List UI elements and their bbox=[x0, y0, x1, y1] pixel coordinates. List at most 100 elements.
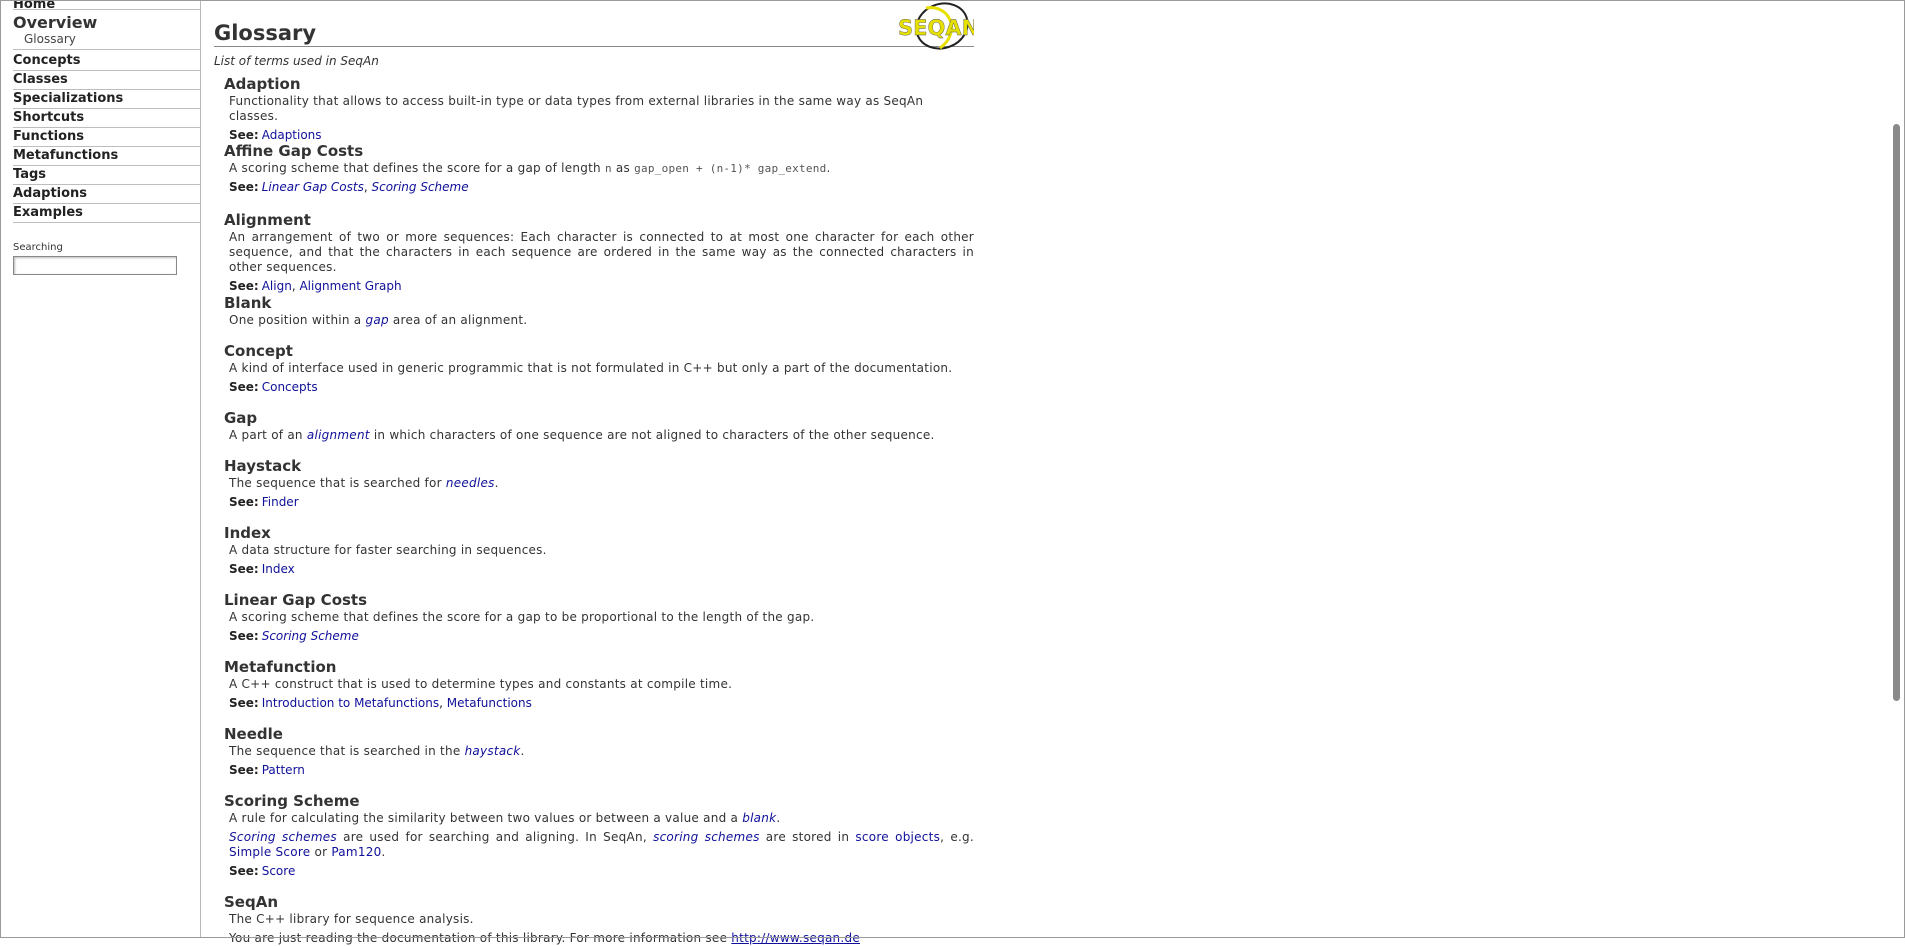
link-scoring-scheme[interactable]: Scoring Scheme bbox=[262, 629, 359, 643]
see-label: See: bbox=[229, 864, 259, 878]
entry-gap: Gap A part of an alignment in which char… bbox=[224, 409, 974, 443]
entry-term: Alignment bbox=[224, 211, 311, 229]
link-index[interactable]: Index bbox=[262, 562, 295, 576]
see-also: See: Concepts bbox=[229, 380, 974, 395]
entry-haystack: Haystack The sequence that is searched f… bbox=[224, 457, 974, 510]
link-pattern[interactable]: Pattern bbox=[262, 763, 305, 777]
see-label: See: bbox=[229, 696, 259, 710]
sidebar-item-functions[interactable]: Functions bbox=[13, 129, 200, 147]
link-introduction-to-metafunctions[interactable]: Introduction to Metafunctions bbox=[262, 696, 439, 710]
see-label: See: bbox=[229, 629, 259, 643]
see-label: See: bbox=[229, 180, 259, 194]
entry-term: Adaption bbox=[224, 75, 301, 93]
entry-term: Index bbox=[224, 524, 271, 542]
see-also: See: Score bbox=[229, 864, 974, 879]
link-metafunctions[interactable]: Metafunctions bbox=[447, 696, 532, 710]
link-alignment-graph[interactable]: Alignment Graph bbox=[299, 279, 401, 293]
entry-description: An arrangement of two or more sequences:… bbox=[229, 230, 974, 274]
see-also: See: Index bbox=[229, 562, 974, 577]
entry-term: SeqAn bbox=[224, 893, 279, 911]
link-score[interactable]: Score bbox=[262, 864, 296, 878]
code-formula: gap_open + (n-1)* gap_extend bbox=[634, 162, 827, 175]
see-label: See: bbox=[229, 128, 259, 142]
link-linear-gap-costs[interactable]: Linear Gap Costs bbox=[262, 180, 364, 194]
link-gap[interactable]: gap bbox=[366, 313, 389, 327]
page-subtitle: List of terms used in SeqAn bbox=[214, 54, 379, 68]
link-score-objects[interactable]: score objects bbox=[855, 830, 940, 844]
entry-description: The sequence that is searched in the hay… bbox=[229, 744, 525, 758]
sidebar-item-glossary[interactable]: Glossary bbox=[24, 32, 76, 46]
entry-description: The C++ library for sequence analysis. bbox=[229, 912, 474, 926]
link-haystack[interactable]: haystack bbox=[465, 744, 521, 758]
entry-term: Haystack bbox=[224, 457, 302, 475]
code-n: n bbox=[604, 162, 612, 175]
entry-seqan: SeqAn The C++ library for sequence analy… bbox=[224, 893, 974, 946]
entry-description: A part of an alignment in which characte… bbox=[229, 428, 935, 442]
entry-blank: Blank One position within a gap area of … bbox=[224, 294, 974, 328]
entry-linear-gap-costs: Linear Gap Costs A scoring scheme that d… bbox=[224, 591, 974, 644]
logo-text: SEQAN bbox=[898, 16, 974, 40]
link-scoring-schemes-2[interactable]: scoring schemes bbox=[653, 830, 760, 844]
entry-term: Concept bbox=[224, 342, 293, 360]
main-content: Glossary SEQAN List of terms used in Seq… bbox=[214, 0, 974, 945]
sidebar-item-tags[interactable]: Tags bbox=[13, 167, 200, 185]
entry-description: A data structure for faster searching in… bbox=[229, 543, 547, 557]
entry-description-2: You are just reading the documentation o… bbox=[229, 931, 860, 945]
sidebar-item-concepts[interactable]: Concepts bbox=[13, 53, 200, 71]
sidebar-divider bbox=[13, 49, 200, 50]
entry-term: Needle bbox=[224, 725, 283, 743]
sidebar-item-overview[interactable]: Overview bbox=[13, 13, 200, 32]
entry-description: One position within a gap area of an ali… bbox=[229, 313, 528, 327]
see-also: See: Scoring Scheme bbox=[229, 629, 974, 644]
see-label: See: bbox=[229, 562, 259, 576]
sidebar-item-specializations[interactable]: Specializations bbox=[13, 91, 200, 109]
entry-description: A scoring scheme that defines the score … bbox=[229, 161, 831, 175]
link-alignment[interactable]: alignment bbox=[307, 428, 370, 442]
see-label: See: bbox=[229, 279, 259, 293]
sidebar-item-home[interactable]: Home bbox=[13, 0, 200, 12]
entry-term: Gap bbox=[224, 409, 258, 427]
entry-description: A rule for calculating the similarity be… bbox=[229, 811, 781, 825]
see-label: See: bbox=[229, 380, 259, 394]
link-scoring-schemes[interactable]: Scoring schemes bbox=[229, 830, 337, 844]
seqan-logo[interactable]: SEQAN bbox=[898, 2, 974, 50]
entry-concept: Concept A kind of interface used in gene… bbox=[224, 342, 974, 395]
link-adaptions[interactable]: Adaptions bbox=[262, 128, 322, 142]
entry-scoring-scheme: Scoring Scheme A rule for calculating th… bbox=[224, 792, 974, 879]
entry-description: A C++ construct that is used to determin… bbox=[229, 677, 733, 691]
entry-affine-gap-costs: Affine Gap Costs A scoring scheme that d… bbox=[224, 142, 974, 195]
link-align[interactable]: Align bbox=[262, 279, 292, 293]
scrollbar-thumb[interactable] bbox=[1893, 124, 1900, 701]
see-also: See: Align, Alignment Graph bbox=[229, 279, 402, 293]
sidebar-item-metafunctions[interactable]: Metafunctions bbox=[13, 148, 200, 166]
entry-description: The sequence that is searched for needle… bbox=[229, 476, 499, 490]
link-concepts[interactable]: Concepts bbox=[262, 380, 318, 394]
sidebar-item-adaptions[interactable]: Adaptions bbox=[13, 186, 200, 204]
see-also: See: Pattern bbox=[229, 763, 974, 778]
entry-index: Index A data structure for faster search… bbox=[224, 524, 974, 577]
sidebar-item-examples[interactable]: Examples bbox=[13, 205, 200, 223]
entry-description-2: Scoring schemes are used for searching a… bbox=[229, 830, 974, 859]
sidebar-item-shortcuts[interactable]: Shortcuts bbox=[13, 110, 200, 128]
see-also: See: Linear Gap Costs, Scoring Scheme bbox=[229, 180, 469, 194]
see-also: See: Adaptions bbox=[229, 128, 974, 143]
vertical-scrollbar[interactable] bbox=[1890, 0, 1905, 938]
entry-term: Linear Gap Costs bbox=[224, 591, 368, 609]
see-also: See: Introduction to Metafunctions, Metaf… bbox=[229, 696, 532, 710]
entry-adaption: Adaption Functionality that allows to ac… bbox=[224, 75, 974, 143]
link-needles[interactable]: needles bbox=[446, 476, 495, 490]
link-scoring-scheme[interactable]: Scoring Scheme bbox=[371, 180, 468, 194]
link-finder[interactable]: Finder bbox=[262, 495, 299, 509]
see-label: See: bbox=[229, 495, 259, 509]
link-seqan-website[interactable]: http://www.seqan.de bbox=[731, 931, 860, 945]
link-pam120[interactable]: Pam120 bbox=[331, 845, 381, 859]
see-also: See: Finder bbox=[229, 495, 974, 510]
link-blank[interactable]: blank bbox=[742, 811, 776, 825]
link-simple-score[interactable]: Simple Score bbox=[229, 845, 310, 859]
entry-term: Blank bbox=[224, 294, 272, 312]
search-input[interactable] bbox=[13, 256, 177, 275]
search-label: Searching bbox=[13, 242, 63, 253]
sidebar-item-classes[interactable]: Classes bbox=[13, 72, 200, 90]
entry-description: Functionality that allows to access buil… bbox=[229, 94, 924, 123]
entry-metafunction: Metafunction A C++ construct that is use… bbox=[224, 658, 974, 711]
